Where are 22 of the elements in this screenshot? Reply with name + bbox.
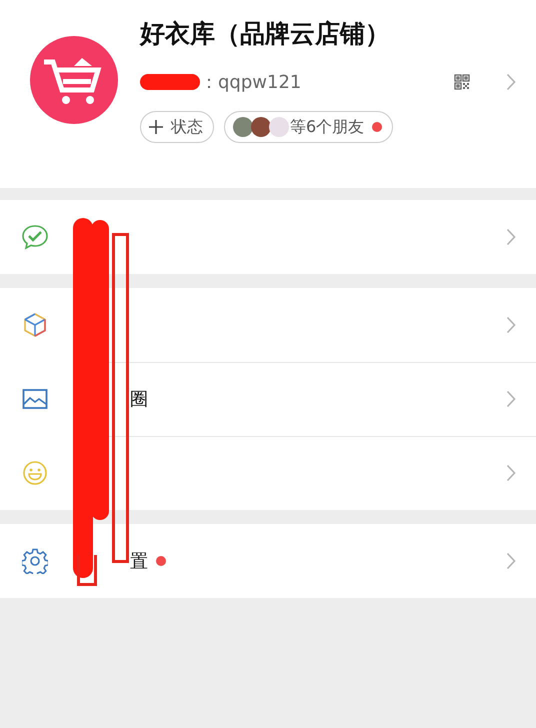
status-button[interactable]: 状态 xyxy=(140,111,214,143)
chevron-icon xyxy=(506,464,516,482)
image-icon xyxy=(22,386,48,412)
check-bubble-icon xyxy=(22,224,48,250)
chevron-icon xyxy=(506,73,516,91)
plus-icon xyxy=(149,120,163,134)
account-name: 好衣库（品牌云店铺） xyxy=(140,18,391,50)
chevron-icon xyxy=(506,552,516,570)
account-id: ：qqpw121 xyxy=(200,71,302,94)
redaction-mark xyxy=(140,74,200,90)
friends-button[interactable]: 等6个朋友 xyxy=(224,111,394,143)
smiley-icon xyxy=(22,460,48,486)
cart-logo-icon xyxy=(30,36,118,124)
avatar-icon xyxy=(251,117,271,137)
avatar-icon xyxy=(233,117,253,137)
chevron-icon xyxy=(506,228,516,246)
avatar-icon xyxy=(269,117,289,137)
settings-icon xyxy=(22,548,48,574)
cube-icon xyxy=(22,312,48,338)
chevron-icon xyxy=(506,390,516,408)
chevron-icon xyxy=(506,316,516,334)
qr-code-icon xyxy=(454,74,470,90)
